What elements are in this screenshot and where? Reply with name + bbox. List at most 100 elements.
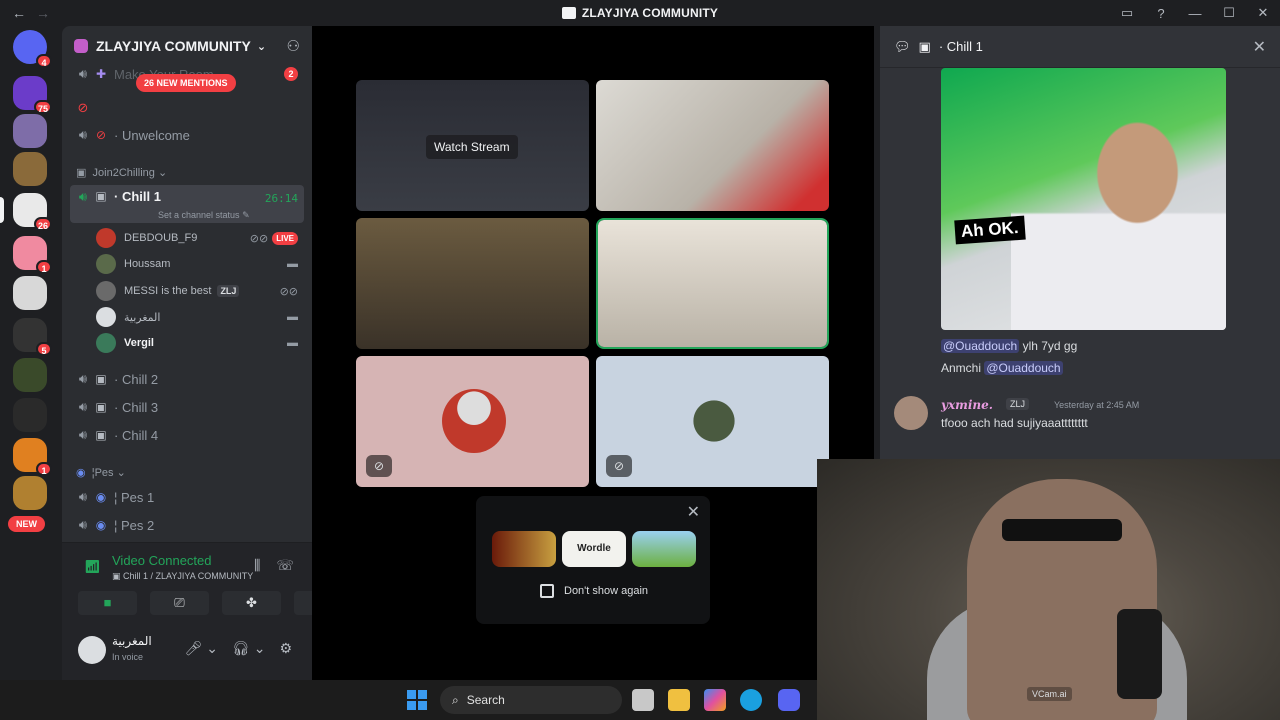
- forward-arrow-icon[interactable]: →: [36, 5, 50, 21]
- voice-member[interactable]: MESSI is the best ZLJ ⊘⊘: [96, 279, 298, 303]
- activity-card-wordle[interactable]: Wordle: [562, 531, 626, 567]
- channel-unwelcome[interactable]: 🔊︎ ⊘ · Unwelcome: [70, 122, 304, 148]
- no-entry-icon: ⊘: [77, 100, 89, 115]
- new-mentions-banner[interactable]: 26 NEW MENTIONS: [136, 74, 236, 92]
- voice-channel[interactable]: 🔊︎ ▣ · Chill 3: [70, 394, 304, 420]
- close-icon[interactable]: ✕: [1253, 37, 1266, 57]
- taskbar-search[interactable]: ⌕ Search: [440, 686, 622, 714]
- maximize-button[interactable]: ☐: [1212, 5, 1246, 21]
- tv-icon: ▣: [95, 400, 107, 414]
- windows-start-icon[interactable]: [407, 690, 427, 710]
- user-mention[interactable]: @Ouaddouch: [984, 361, 1063, 375]
- chevron-down-icon: ⌄: [256, 40, 267, 53]
- server-icon[interactable]: [13, 398, 47, 432]
- headphones-icon[interactable]: 🎧︎ ⌄: [232, 640, 265, 657]
- file-explorer-icon[interactable]: [668, 689, 690, 711]
- voice-member[interactable]: Houssam ▬: [96, 252, 298, 276]
- user-mention[interactable]: @Ouaddouch: [941, 339, 1020, 353]
- avatar[interactable]: [894, 396, 928, 430]
- minimize-button[interactable]: —: [1178, 6, 1212, 21]
- server-icon[interactable]: 1: [13, 236, 52, 274]
- message-line: Anmchi @Ouaddouch: [941, 361, 1063, 375]
- server-icon[interactable]: [13, 358, 47, 392]
- server-icon[interactable]: 4: [13, 30, 52, 68]
- server-header[interactable]: ZLAYJIYA COMMUNITY ⌄ ⚇: [62, 26, 312, 66]
- avatar[interactable]: [78, 636, 106, 664]
- disconnect-icon[interactable]: ☏: [276, 557, 294, 574]
- video-tile-speaking[interactable]: [596, 218, 829, 349]
- close-window-button[interactable]: ✕: [1246, 5, 1280, 21]
- settings-gear-icon[interactable]: ⚙: [279, 640, 292, 657]
- chevron-down-icon: ⌄: [157, 167, 168, 179]
- watch-stream-button[interactable]: Watch Stream: [426, 135, 518, 159]
- channel-status-hint[interactable]: Set a channel status ✎: [158, 210, 250, 221]
- message-image[interactable]: Ah OK.: [941, 68, 1226, 330]
- voice-channel[interactable]: 🔊︎ ◉ ¦ Pes 2: [70, 512, 304, 538]
- message-author[interactable]: yxmine.: [941, 398, 993, 412]
- inbox-icon[interactable]: ▭: [1110, 5, 1144, 21]
- server-icon[interactable]: [13, 114, 47, 148]
- server-icon[interactable]: 75: [13, 76, 52, 114]
- avatar-tile[interactable]: ⊘: [596, 356, 829, 487]
- activities-button[interactable]: ✤: [222, 591, 281, 615]
- voice-channel[interactable]: 🔊︎ ▣ · Chill 4: [70, 422, 304, 448]
- threads-icon[interactable]: 💬︎: [894, 39, 911, 55]
- camera-icon: ▬: [287, 311, 298, 323]
- member-name: MESSI is the best: [124, 285, 212, 297]
- globe-icon: ◉: [95, 490, 107, 504]
- server-icon[interactable]: [13, 152, 47, 186]
- server-icon[interactable]: 1: [13, 438, 52, 476]
- voice-member[interactable]: DEBDOUB_F9 ⊘⊘ LIVE: [96, 226, 298, 250]
- stream-tile[interactable]: Watch Stream: [356, 80, 589, 211]
- voice-member[interactable]: المغربية ▬: [96, 305, 298, 329]
- close-icon[interactable]: ✕: [687, 502, 700, 522]
- tv-icon: ▣: [95, 428, 107, 442]
- discord-taskbar-icon[interactable]: [778, 689, 800, 711]
- task-view-icon[interactable]: [632, 689, 654, 711]
- voice-channel[interactable]: 🔊︎ ◉ ¦ Pes 1: [70, 484, 304, 510]
- voice-icon: 🔊︎: [78, 371, 88, 386]
- activity-card[interactable]: [492, 531, 556, 567]
- category-collapsed[interactable]: ⊘: [70, 99, 304, 117]
- server-icon[interactable]: [13, 476, 47, 510]
- avatar-tile[interactable]: ⊘: [356, 356, 589, 487]
- user-panel: المغربية In voice 🎤︎ ⌄ 🎧︎ ⌄ ⚙: [62, 622, 312, 680]
- noise-suppression-icon[interactable]: ⫼: [254, 557, 260, 574]
- muted-deafened-icon: ⊘⊘: [279, 285, 298, 298]
- server-icon[interactable]: 5: [13, 318, 52, 356]
- activity-card[interactable]: [632, 531, 696, 567]
- new-servers-badge[interactable]: NEW: [8, 516, 45, 532]
- webcam-microphone: [1117, 609, 1162, 699]
- share-screen-button[interactable]: ⎚: [150, 591, 209, 615]
- username[interactable]: المغربية: [112, 634, 152, 648]
- unread-badge: 5: [36, 342, 52, 356]
- invite-people-icon[interactable]: ⚇: [287, 37, 300, 55]
- video-tile[interactable]: [596, 80, 829, 211]
- windows-taskbar: ⌕ Search: [0, 680, 817, 720]
- back-arrow-icon[interactable]: ←: [12, 5, 26, 21]
- camera-icon: ▬: [287, 258, 298, 270]
- copilot-icon[interactable]: [704, 689, 726, 711]
- category-pes[interactable]: ◉ ¦ Pes ⌄: [76, 466, 126, 480]
- signal-icon: 📶︎: [84, 559, 101, 574]
- help-icon[interactable]: ?: [1144, 6, 1178, 21]
- dont-show-again-checkbox[interactable]: [540, 584, 554, 598]
- server-boost-icon: [74, 39, 88, 53]
- microphone-icon[interactable]: 🎤︎ ⌄: [185, 640, 218, 657]
- camera-button[interactable]: ■: [78, 591, 137, 615]
- webcam-overlay: VCam.ai: [817, 459, 1280, 720]
- category-join2chilling[interactable]: ▣ Join2Chilling ⌄: [76, 166, 168, 180]
- voice-icon: 🔊︎: [78, 189, 88, 204]
- window-title: ZLAYJIYA COMMUNITY: [0, 6, 1280, 20]
- edge-browser-icon[interactable]: [740, 689, 762, 711]
- server-icon[interactable]: 26: [13, 193, 52, 231]
- plus-icon: ✚: [95, 67, 107, 81]
- unread-badge: 75: [33, 100, 52, 114]
- server-icon[interactable]: [13, 276, 47, 310]
- voice-member[interactable]: Vergil ▬: [96, 331, 298, 355]
- tv-icon: ▣: [95, 189, 107, 203]
- voice-channel[interactable]: 🔊︎ ▣ · Chill 2: [70, 366, 304, 392]
- video-tile[interactable]: [356, 218, 589, 349]
- image-subject: [1011, 68, 1226, 330]
- voice-location[interactable]: ▣ Chill 1 / ZLAYJIYA COMMUNITY: [112, 571, 253, 582]
